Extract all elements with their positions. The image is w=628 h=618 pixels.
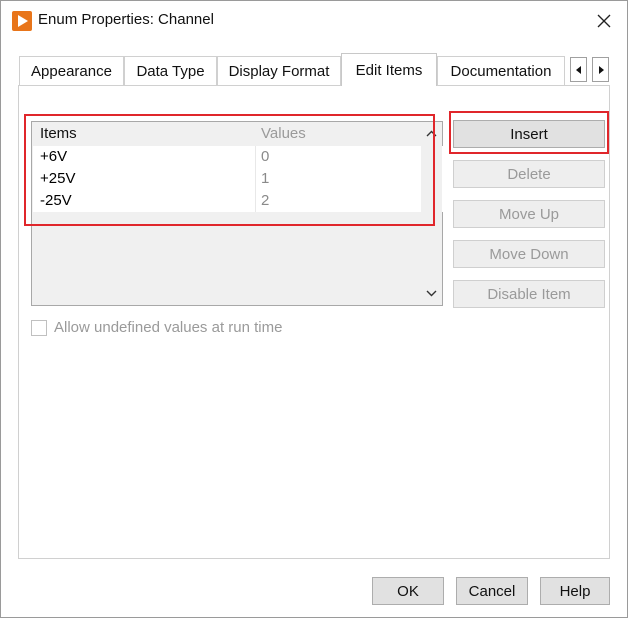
window-title: Enum Properties: Channel bbox=[38, 11, 214, 28]
title-bar: Enum Properties: Channel bbox=[1, 1, 627, 41]
tab-documentation[interactable]: Documentation bbox=[437, 56, 565, 85]
delete-button[interactable]: Delete bbox=[453, 160, 605, 188]
triangle-left-icon bbox=[575, 65, 581, 74]
tab-label: Display Format bbox=[228, 62, 330, 80]
triangle-right-icon bbox=[598, 65, 604, 74]
tab-scroll-left-button[interactable] bbox=[570, 57, 587, 82]
tab-appearance[interactable]: Appearance bbox=[19, 56, 124, 85]
tab-display-format[interactable]: Display Format bbox=[217, 56, 341, 85]
disable-item-button[interactable]: Disable Item bbox=[453, 280, 605, 308]
tab-data-type[interactable]: Data Type bbox=[124, 56, 217, 85]
move-up-button[interactable]: Move Up bbox=[453, 200, 605, 228]
tab-label: Data Type bbox=[136, 62, 205, 80]
tab-edit-items[interactable]: Edit Items bbox=[341, 53, 437, 86]
tab-label: Edit Items bbox=[355, 61, 423, 79]
cancel-button[interactable]: Cancel bbox=[456, 577, 528, 605]
labview-app-icon bbox=[12, 11, 32, 31]
allow-undefined-label: Allow undefined values at run time bbox=[54, 319, 283, 336]
tab-label: Appearance bbox=[31, 62, 112, 80]
close-icon bbox=[597, 14, 611, 28]
help-button[interactable]: Help bbox=[540, 577, 610, 605]
chevron-down-icon[interactable] bbox=[426, 290, 437, 297]
insert-highlight-annotation bbox=[449, 111, 609, 154]
tab-scroll-right-button[interactable] bbox=[592, 57, 609, 82]
allow-undefined-checkbox[interactable] bbox=[31, 320, 47, 336]
tab-label: Documentation bbox=[450, 62, 552, 80]
close-button[interactable] bbox=[587, 5, 621, 37]
list-highlight-annotation bbox=[24, 114, 435, 226]
move-down-button[interactable]: Move Down bbox=[453, 240, 605, 268]
enum-properties-dialog: Enum Properties: Channel Appearance Data… bbox=[0, 0, 628, 618]
ok-button[interactable]: OK bbox=[372, 577, 444, 605]
